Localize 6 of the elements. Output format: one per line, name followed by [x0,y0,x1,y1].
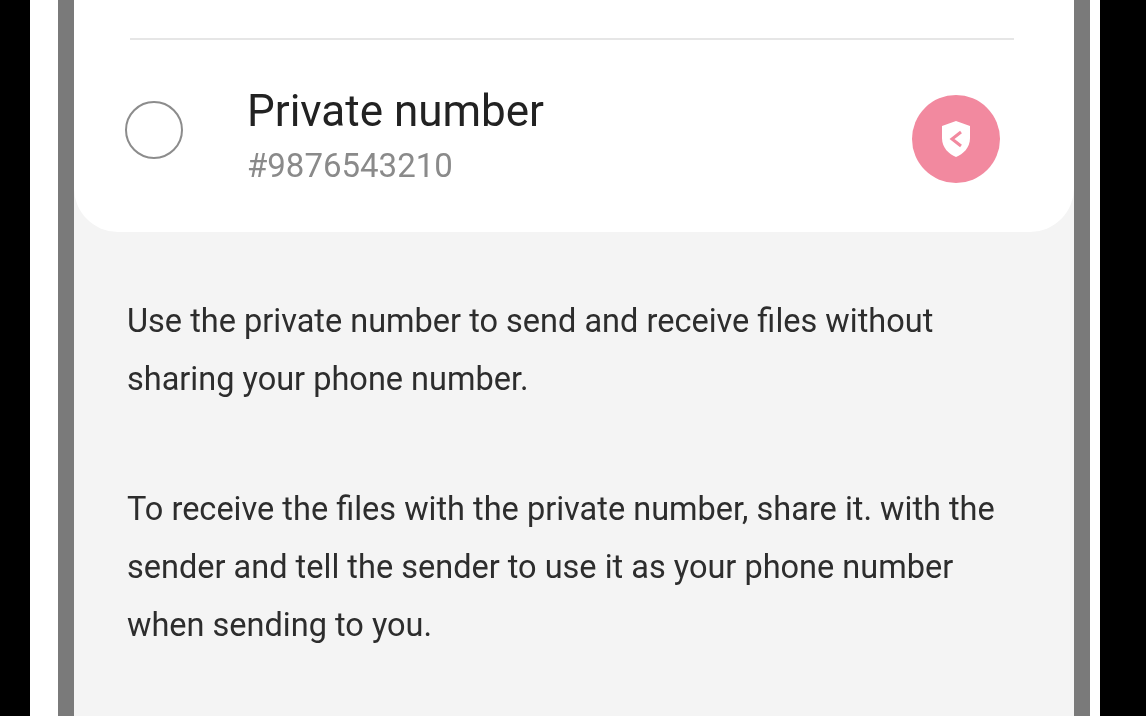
description-paragraph: Use the private number to send and receive files without sharing your phone number. [127,301,935,400]
description-paragraph: To receive the files with the private number, share it. with the sender and tell the sender to use it as your phone number when sending to you. [127,489,996,646]
shield-share-icon [939,119,973,159]
option-number: #9876543210 [247,145,454,187]
radio-button[interactable] [125,101,183,159]
option-title: Private number [247,84,546,139]
